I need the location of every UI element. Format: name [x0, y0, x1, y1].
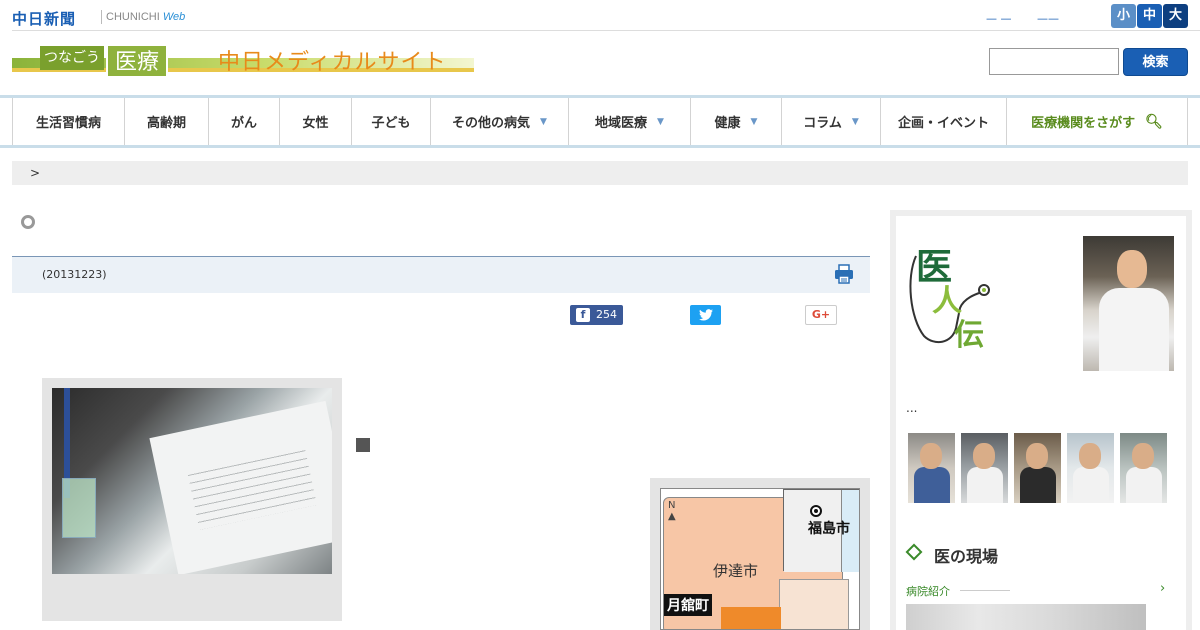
logo-sub-text: CHUNICHI [106, 11, 160, 23]
nav-item-cancer[interactable]: がん [208, 98, 279, 145]
nav-label: 医療機関をさがす [1031, 116, 1136, 131]
chevron-right-icon[interactable]: › [1160, 581, 1165, 596]
photo-dosimeter [62, 478, 96, 538]
north-label: N [668, 500, 676, 511]
logo-web-text: Web [162, 11, 186, 23]
breadcrumb: > [12, 161, 1188, 185]
nav-label: 女性 [302, 116, 329, 131]
doctor-face [1117, 250, 1147, 288]
nav-item-women[interactable]: 女性 [279, 98, 351, 145]
north-arrow-icon: N ▲ [668, 500, 676, 522]
googleplus-icon: G+ [811, 308, 831, 321]
font-size-large-button[interactable]: 大 [1163, 4, 1188, 28]
search-button[interactable]: 検索 [1123, 48, 1188, 76]
nav-label: その他の病気 [452, 116, 531, 131]
map-highlight-area [721, 607, 781, 629]
search-icon: 🔍︎ [1145, 113, 1163, 130]
nav-label: 地域医療 [595, 116, 648, 131]
logo-divider [101, 10, 102, 24]
section-title: 医の現場 [934, 547, 999, 566]
nav-item-children[interactable]: 子ども [351, 98, 430, 145]
nav-item-hospital-search[interactable]: 医療機関をさがす 🔍︎ [1006, 98, 1188, 145]
medical-site-banner[interactable]: つなごう 医療 中日メディカルサイト [12, 44, 474, 80]
banner-iryo: 医療 [106, 44, 168, 78]
nav-label: がん [230, 116, 257, 131]
search-input[interactable] [989, 48, 1119, 75]
font-size-medium-button[interactable]: 中 [1137, 4, 1162, 28]
doctor-thumbnail[interactable] [1120, 433, 1167, 503]
caret-down-icon: ▼ [540, 116, 547, 127]
breadcrumb-separator: > [30, 166, 41, 180]
title-bullet-icon [21, 215, 35, 229]
hospital-photo[interactable] [906, 604, 1146, 630]
nav-item-elderly[interactable]: 高齢期 [124, 98, 208, 145]
header-divider [12, 30, 1200, 31]
nav-label: 健康 [714, 116, 741, 131]
banner-tagline: つなごう [40, 46, 104, 70]
nav-label: 子ども [371, 116, 411, 131]
featured-doctor-photo[interactable] [1083, 236, 1174, 371]
square-bullet-icon [356, 438, 370, 452]
doctor-thumbnail[interactable] [908, 433, 955, 503]
nav-item-other-diseases[interactable]: その他の病気 ▼ [430, 98, 568, 145]
facebook-share-count: 254 [596, 308, 617, 321]
nav-item-regional-medicine[interactable]: 地域医療 ▼ [568, 98, 690, 145]
facebook-icon: f [576, 308, 590, 322]
header-link-1[interactable]: — — [986, 12, 1012, 25]
doctor-thumbnail[interactable] [961, 433, 1008, 503]
caret-down-icon: ▼ [851, 116, 859, 127]
font-size-small-button[interactable]: 小 [1111, 4, 1136, 28]
site-title: 中日メディカルサイト [218, 50, 447, 75]
doctor-coat [1099, 288, 1169, 371]
doctor-thumbnail[interactable] [1067, 433, 1114, 503]
nav-label: 高齢期 [146, 116, 186, 131]
chunichi-web-logo[interactable]: CHUNICHI Web [106, 11, 185, 23]
doctor-thumbnail[interactable] [1014, 433, 1061, 503]
nav-item-lifestyle[interactable]: 生活習慣病 [12, 98, 124, 145]
nav-item-column[interactable]: コラム ▼ [781, 98, 880, 145]
chunichi-logo[interactable]: 中日新聞 [12, 8, 76, 29]
caret-down-icon: ▼ [750, 116, 758, 127]
sidebar-ellipsis: ... [906, 401, 918, 415]
nav-item-events[interactable]: 企画・イベント [880, 98, 1006, 145]
twitter-share-button[interactable] [690, 305, 721, 325]
hospital-link-rule [960, 590, 1010, 591]
map-land-neighbor [779, 579, 849, 629]
map-label-tsukidate: 月舘町 [664, 594, 712, 616]
article-date: (20131223) [42, 268, 107, 281]
caret-down-icon: ▼ [657, 116, 664, 127]
googleplus-share-button[interactable]: G+ [805, 305, 837, 325]
nav-item-health[interactable]: 健康 ▼ [690, 98, 781, 145]
nav-label: 企画・イベント [897, 116, 989, 131]
city-marker-icon [810, 505, 822, 517]
date-bar [12, 256, 870, 293]
map-label-date: 伊達市 [713, 562, 759, 580]
header-link-2[interactable]: —— [1037, 12, 1059, 25]
ijinden-char-3[interactable]: 伝 [954, 310, 984, 354]
map-label-fukushima: 福島市 [808, 521, 850, 537]
hospital-intro-link[interactable]: 病院紹介 [906, 583, 950, 599]
twitter-icon [698, 309, 713, 321]
article-photo[interactable] [52, 388, 332, 574]
facebook-share-button[interactable]: f 254 [570, 305, 623, 325]
print-icon[interactable] [834, 264, 854, 284]
nav-label: コラム [803, 116, 842, 131]
nav-label: 生活習慣病 [35, 116, 101, 131]
main-nav: 生活習慣病 高齢期 がん 女性 子ども その他の病気 ▼ 地域医療 ▼ 健康 ▼ コラ… [0, 95, 1200, 148]
